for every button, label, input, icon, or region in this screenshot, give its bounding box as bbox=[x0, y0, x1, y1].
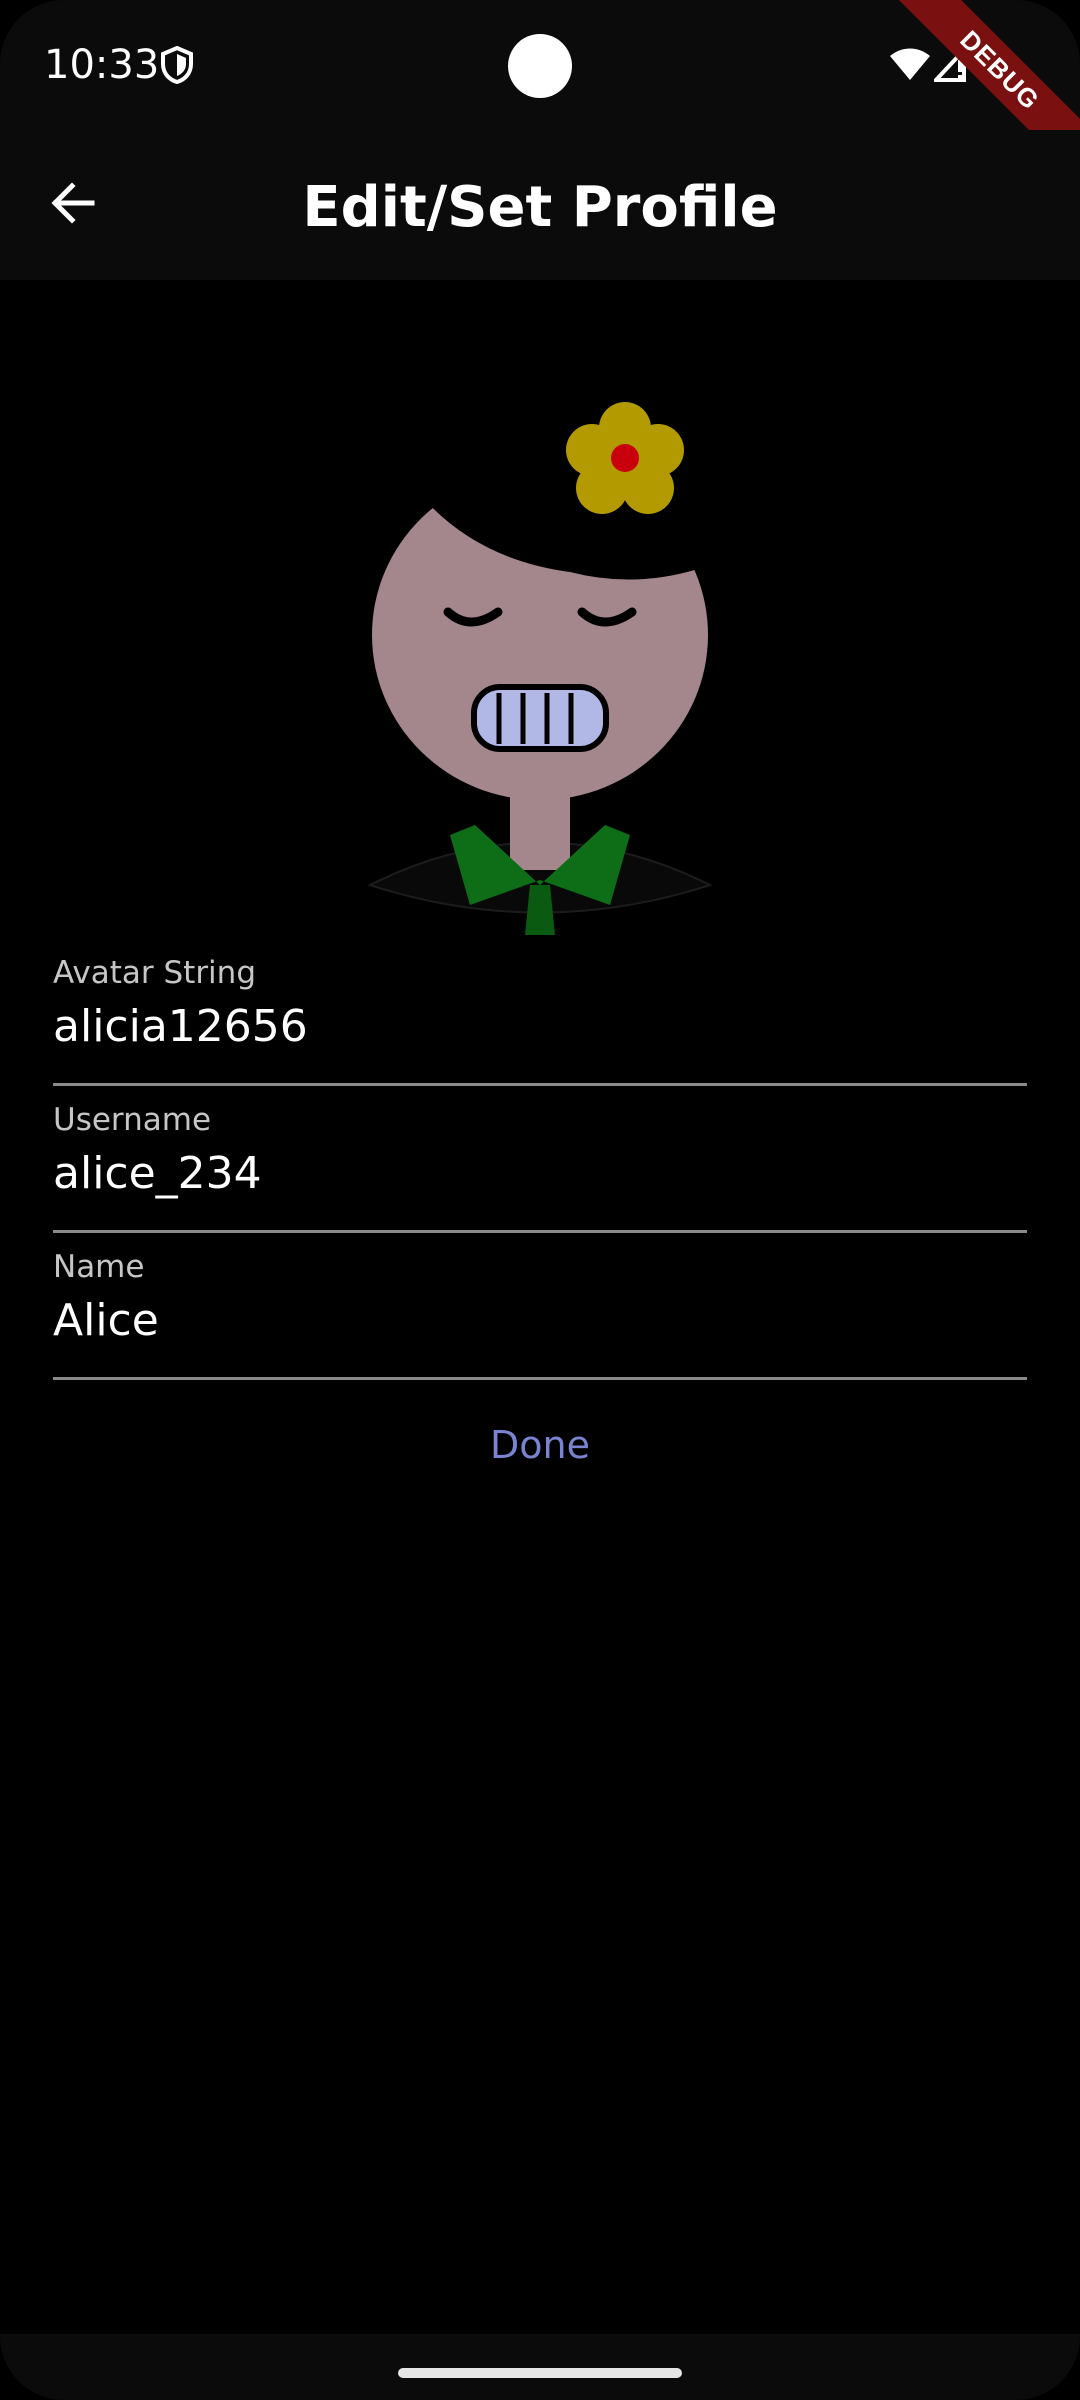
username-field[interactable]: Username alice_234 bbox=[53, 1102, 1027, 1233]
avatar-icon[interactable] bbox=[310, 380, 770, 950]
done-button[interactable]: Done bbox=[440, 1410, 640, 1480]
username-label: Username bbox=[53, 1102, 212, 1138]
shield-icon bbox=[161, 46, 193, 84]
avatar-string-field[interactable]: Avatar String alicia12656 bbox=[53, 955, 1027, 1086]
home-indicator[interactable] bbox=[398, 2368, 682, 2378]
camera-cutout bbox=[508, 34, 572, 98]
status-time: 10:33 bbox=[44, 42, 160, 88]
wifi-icon bbox=[890, 48, 930, 80]
page-title: Edit/Set Profile bbox=[302, 175, 778, 240]
avatar-string-input[interactable]: alicia12656 bbox=[53, 1001, 1027, 1052]
status-bar: 10:33 DEBUG bbox=[0, 0, 1080, 192]
username-input[interactable]: alice_234 bbox=[53, 1148, 1027, 1199]
name-input[interactable]: Alice bbox=[53, 1295, 1027, 1346]
navigation-bar bbox=[0, 2334, 1080, 2400]
name-field[interactable]: Name Alice bbox=[53, 1249, 1027, 1380]
screen: 10:33 DEBUG Edit/Set Profile Avatar Stri… bbox=[0, 0, 1080, 2400]
avatar-string-label: Avatar String bbox=[53, 955, 256, 991]
name-label: Name bbox=[53, 1249, 145, 1285]
